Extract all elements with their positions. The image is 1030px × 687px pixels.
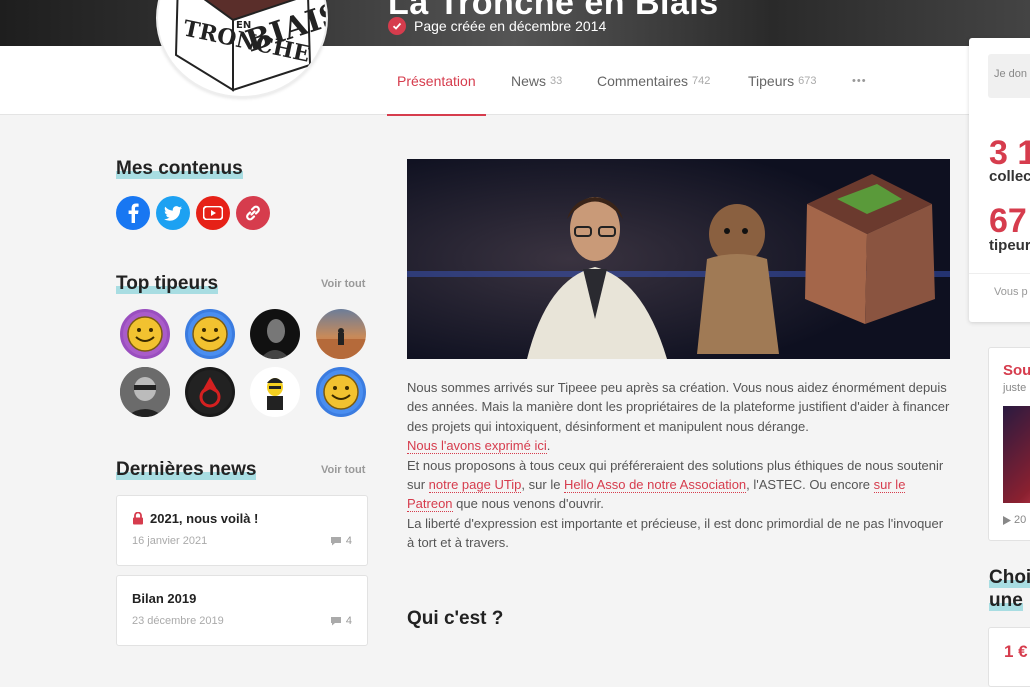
facebook-link[interactable] [116,196,150,230]
collected-label: collec [989,168,1030,185]
tab-count: 742 [692,74,711,87]
play-icon [1003,515,1011,525]
tipper-avatar[interactable] [185,367,235,417]
tab-comments[interactable]: Commentaires 742 [597,46,710,115]
donation-stats-card: Je don 3 1 collec 67 tipeur Vous p [969,38,1030,322]
tipper-avatar[interactable] [120,309,170,359]
divider [969,273,1030,274]
opinion-link[interactable]: Nous l'avons exprimé ici [407,438,547,455]
twitter-link[interactable] [156,196,190,230]
tab-count: 673 [798,74,817,87]
choose-amount-title: Choi une [989,567,1030,611]
video-subtitle: juste [1003,382,1027,394]
tab-count: 33 [550,74,563,87]
news-comment-count: 4 [330,615,352,627]
tab-label: Tipeurs [748,72,795,89]
more-menu-button[interactable]: ••• [852,46,867,115]
stats-footer-text: Vous p [994,286,1028,298]
utip-link[interactable]: notre page UTip [428,477,522,494]
link-icon [246,205,260,221]
tab-presentation[interactable]: Présentation [387,46,486,116]
donation-input[interactable]: Je don [988,54,1030,98]
news-title: 2021, nous voilà ! [150,511,259,526]
tipper-avatar[interactable] [250,309,300,359]
presentation-text: Nous sommes arrivés sur Tipeee peu après… [407,380,950,551]
logo-text-mid: EN [236,20,251,31]
video-card[interactable]: Sou juste 20 [988,347,1030,541]
comment-icon [330,537,341,546]
profile-nav: Présentation News 33 Commentaires 742 Ti… [0,46,1030,116]
tipper-label: tipeur [989,237,1030,254]
youtube-icon [203,206,223,220]
news-date: 16 janvier 2021 [132,535,208,547]
tipper-avatar[interactable] [250,367,300,417]
tab-label: News [511,72,547,89]
presentation-hero-image [407,159,950,359]
tipper-avatar[interactable] [185,309,235,359]
tip-price: 1 € [1004,642,1028,661]
news-card[interactable]: Bilan 2019 23 décembre 2019 4 [116,575,368,646]
news-comment-count: 4 [330,535,352,547]
news-card[interactable]: 2021, nous voilà ! 16 janvier 2021 4 [116,495,368,566]
header-banner: La Tronche en Biais Page créée en décemb… [0,0,1030,46]
tipper-count: 67 [989,202,1027,240]
tab-label: Commentaires [597,72,689,89]
video-title: Sou [1003,362,1030,379]
tab-news[interactable]: News 33 [511,46,562,115]
youtube-link[interactable] [196,196,230,230]
facebook-icon [128,203,139,223]
who-is-it-heading: Qui c'est ? [407,608,504,629]
paragraph: La liberté d'expression est importante e… [407,515,944,551]
news-date: 23 décembre 2019 [132,615,224,627]
my-contents-title: Mes contenus [116,158,243,179]
top-tippers-see-all-link[interactable]: Voir tout [321,278,365,290]
tab-label: Présentation [397,72,476,89]
tipper-avatar[interactable] [316,309,366,359]
latest-news-title: Dernières news [116,459,257,480]
tip-option-card[interactable]: 1 € [988,627,1030,687]
comment-icon [330,617,341,626]
tab-tippers[interactable]: Tipeurs 673 [748,46,817,115]
created-text: Page créée en décembre 2014 [414,18,607,34]
news-title: Bilan 2019 [132,591,197,606]
tipper-avatar[interactable] [316,367,366,417]
tipper-avatar[interactable] [120,367,170,417]
paragraph: Nous sommes arrivés sur Tipeee peu après… [407,380,950,434]
latest-news-see-all-link[interactable]: Voir tout [321,464,365,476]
created-info: Page créée en décembre 2014 [388,17,606,35]
website-link[interactable] [236,196,270,230]
video-thumbnail [1003,406,1030,503]
helloasso-link[interactable]: Hello Asso de notre Association [564,477,747,494]
twitter-icon [164,205,182,221]
top-tippers-title: Top tipeurs [116,273,219,294]
lock-icon [133,512,143,525]
verified-check-icon [388,17,406,35]
video-meta: 20 [1003,514,1026,526]
